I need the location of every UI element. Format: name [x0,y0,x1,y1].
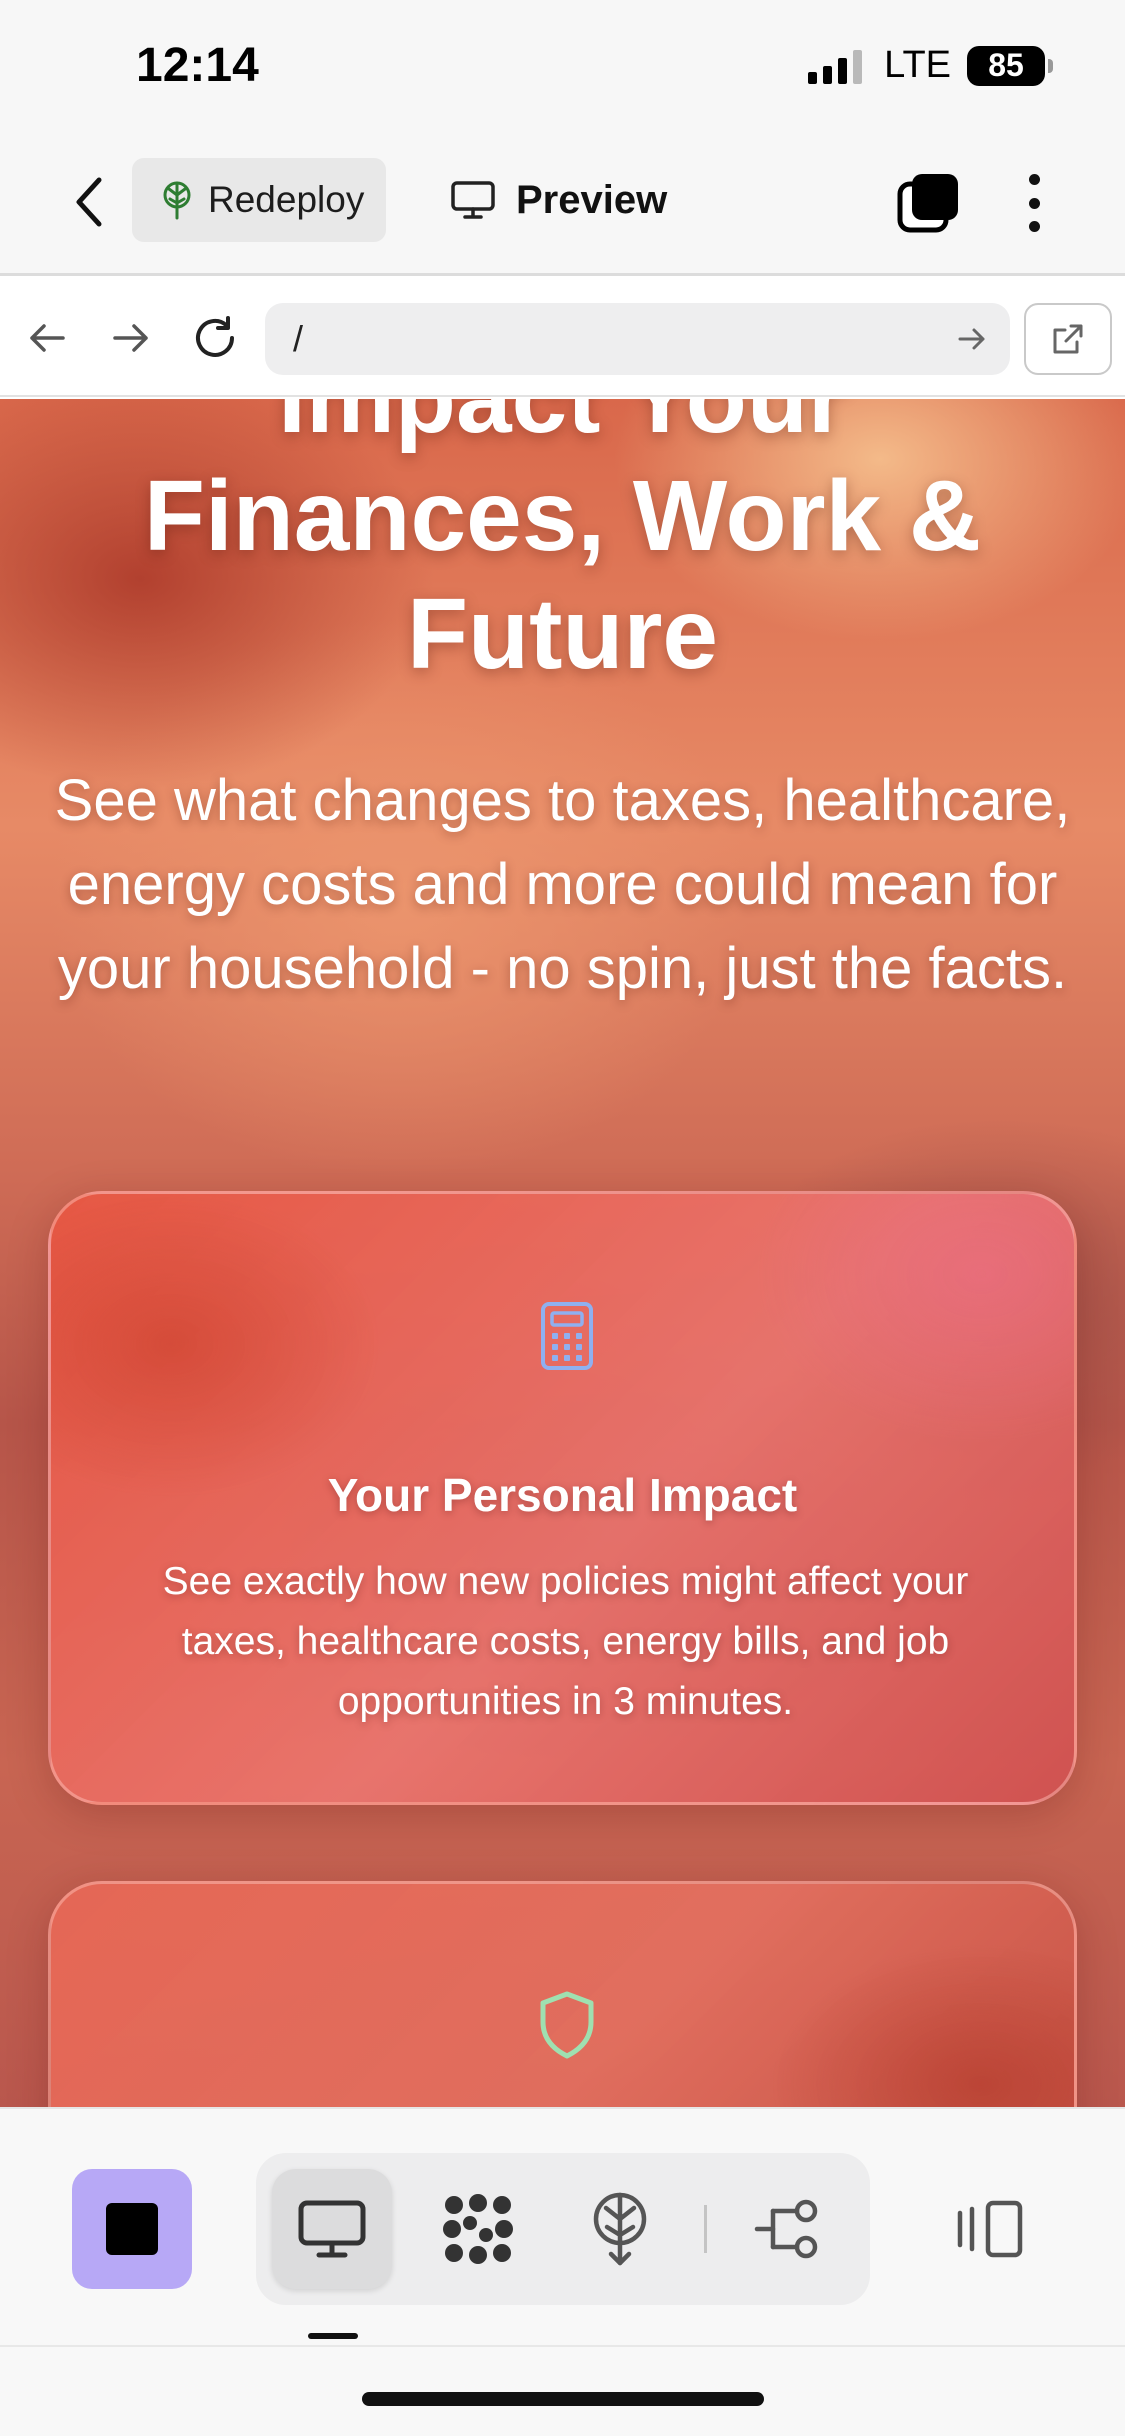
network-type: LTE [884,44,951,86]
monitor-icon [298,2200,366,2258]
calculator-icon [541,1302,593,1370]
card-description: See exactly how new policies might affec… [162,1560,969,1723]
preview-label: Preview [516,177,668,222]
external-link-icon [1053,324,1083,354]
redeploy-label: Redeploy [208,179,365,220]
open-in-new-tab-button[interactable] [1024,303,1112,375]
status-bar: 12:14 LTE 85 [0,0,1125,132]
signal-strength-icon [808,48,863,84]
sidebar-panel-icon [957,2200,1023,2258]
bottom-toolbar [0,2107,1125,2436]
feature-card[interactable] [48,1881,1077,2107]
monitor-icon [451,181,495,219]
arrow-right-icon [113,324,148,352]
arrow-left-icon [30,324,65,352]
go-arrow-icon[interactable] [958,327,986,351]
web-preview[interactable]: Impact Your Finances, Work & Future See … [0,399,1125,2107]
back-button[interactable] [58,172,118,232]
battery-level: 85 [988,47,1024,83]
reload-button[interactable] [192,315,238,361]
redeploy-button[interactable]: Redeploy [132,158,386,242]
tabs-button[interactable] [896,170,962,236]
browser-bar: / [0,279,1125,397]
active-tab-indicator [308,2333,358,2339]
chevron-left-icon [76,177,102,227]
status-time: 12:14 [136,39,259,92]
more-options-button[interactable] [1012,168,1056,238]
workflow-icon [754,2199,818,2259]
browser-forward-button[interactable] [108,315,154,361]
preview-button[interactable]: Preview [450,158,667,242]
workflow-view-button[interactable] [728,2169,848,2289]
stop-button[interactable] [72,2169,192,2289]
hero-title-line: Finances, Work & [143,460,982,572]
status-indicators: LTE 85 [808,44,1053,87]
stop-icon [106,2203,158,2255]
deploy-view-button[interactable] [560,2169,680,2289]
preview-view-button[interactable] [272,2169,392,2289]
apps-view-button[interactable] [418,2169,538,2289]
url-input[interactable]: / [265,303,1010,375]
tabs-icon [897,174,958,233]
deploy-tree-icon [593,2192,647,2266]
reload-icon [196,316,234,357]
hero-title: Impact Your Finances, Work & Future [0,399,1125,693]
dots-grid-icon [443,2194,513,2264]
deploy-tree-icon [163,181,191,220]
hero-title-line: Impact Your [0,399,1125,457]
card-title: Your Personal Impact [327,1469,798,1521]
personal-impact-card[interactable]: Your Personal Impact See exactly how new… [48,1191,1077,1805]
url-text: / [293,318,304,359]
battery-icon: 85 [967,45,1053,86]
toggle-panel-button[interactable] [950,2181,1030,2277]
view-switcher [256,2153,870,2305]
browser-back-button[interactable] [24,315,70,361]
hero-subtitle: See what changes to taxes, healthcare, e… [54,768,1071,1001]
hero-title-line: Future [406,578,719,690]
home-indicator[interactable] [362,2392,764,2406]
app-toolbar: Redeploy Preview [0,132,1125,276]
bottom-divider [0,2345,1125,2347]
shield-icon [540,1991,594,2059]
toolbar-divider [704,2205,707,2253]
